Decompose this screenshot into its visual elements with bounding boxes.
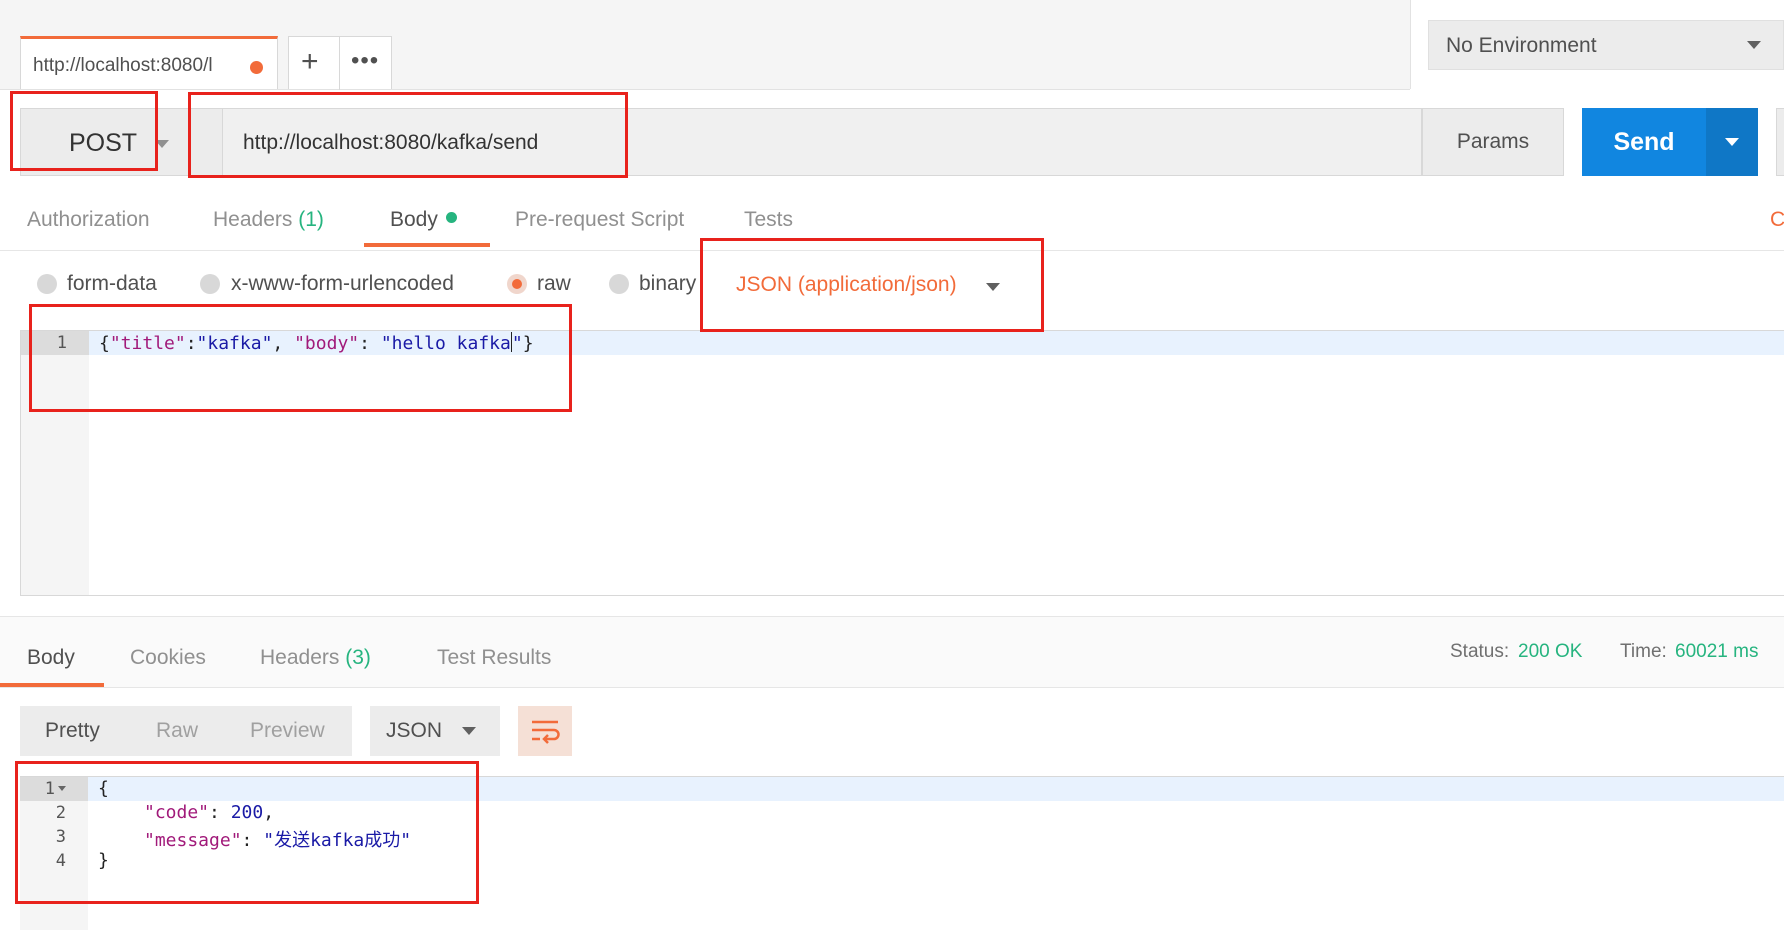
- pretty-button[interactable]: Pretty: [45, 719, 100, 743]
- more-tabs-icon[interactable]: •••: [351, 47, 379, 75]
- urlencoded-radio[interactable]: [200, 274, 220, 294]
- request-tab[interactable]: http://localhost:8080/l: [20, 36, 278, 89]
- highlight-box-request-body: [29, 304, 572, 412]
- raw-label[interactable]: raw: [537, 272, 571, 296]
- tab-headers-label: Headers: [213, 208, 293, 231]
- raw-radio[interactable]: [507, 274, 527, 294]
- request-tab-label: http://localhost:8080/l: [33, 55, 213, 76]
- time-label: Time:: [1620, 641, 1667, 662]
- tab-actions: + •••: [288, 36, 392, 90]
- environment-select[interactable]: No Environment: [1428, 20, 1784, 70]
- environment-select-label: No Environment: [1446, 34, 1597, 57]
- status-label: Status:: [1450, 641, 1510, 662]
- chevron-down-icon: [462, 727, 476, 735]
- tab-actions-divider: [339, 37, 340, 90]
- tab-body[interactable]: Body: [390, 208, 457, 232]
- response-view-group: Pretty Raw Preview: [20, 706, 352, 756]
- tab-tests[interactable]: Tests: [744, 208, 793, 232]
- wrap-lines-icon: [532, 720, 560, 744]
- tab-body-label: Body: [390, 208, 438, 231]
- highlight-box-url: [188, 92, 628, 178]
- active-tab-indicator: [0, 683, 104, 687]
- preview-button[interactable]: Preview: [250, 719, 325, 743]
- headers-count: (1): [298, 208, 324, 231]
- chevron-down-icon: [1725, 138, 1739, 146]
- highlight-box-method: [10, 91, 158, 171]
- add-tab-button[interactable]: +: [301, 45, 319, 79]
- save-button[interactable]: [1776, 108, 1784, 176]
- highlight-box-content-type: [700, 238, 1044, 332]
- chevron-down-icon: [1747, 41, 1761, 49]
- response-headers-label: Headers: [260, 646, 340, 669]
- urlencoded-label[interactable]: x-www-form-urlencoded: [231, 272, 454, 296]
- form-data-radio[interactable]: [37, 274, 57, 294]
- body-status-dot-icon: [445, 212, 457, 223]
- response-tab-headers[interactable]: Headers (3): [260, 646, 371, 670]
- send-button[interactable]: Send: [1582, 108, 1706, 176]
- response-headers-count: (3): [345, 646, 371, 669]
- params-button[interactable]: Params: [1422, 108, 1564, 176]
- highlight-box-response-body: [15, 761, 479, 904]
- status-value: 200 OK: [1518, 641, 1583, 662]
- tab-authorization[interactable]: Authorization: [27, 208, 150, 232]
- active-tab-indicator: [364, 243, 490, 247]
- wrap-lines-button[interactable]: [518, 706, 572, 756]
- response-format-select[interactable]: JSON: [370, 706, 500, 756]
- response-tab-test-results[interactable]: Test Results: [437, 646, 551, 670]
- form-data-label[interactable]: form-data: [67, 272, 157, 296]
- response-format-label: JSON: [386, 719, 443, 742]
- binary-label[interactable]: binary: [639, 272, 696, 296]
- send-options-button[interactable]: [1706, 108, 1758, 176]
- raw-button[interactable]: Raw: [156, 719, 198, 743]
- response-tab-body[interactable]: Body: [27, 646, 75, 670]
- binary-radio[interactable]: [609, 274, 629, 294]
- tab-headers[interactable]: Headers (1): [213, 208, 324, 232]
- unsaved-dot-icon: [250, 61, 263, 74]
- tab-pre-request-script[interactable]: Pre-request Script: [515, 208, 684, 232]
- time-value: 60021 ms: [1675, 641, 1759, 662]
- response-tabs: Body Cookies Headers (3) Test Results St…: [0, 616, 1784, 688]
- cookies-link[interactable]: Co: [1770, 208, 1784, 232]
- response-tab-cookies[interactable]: Cookies: [130, 646, 206, 670]
